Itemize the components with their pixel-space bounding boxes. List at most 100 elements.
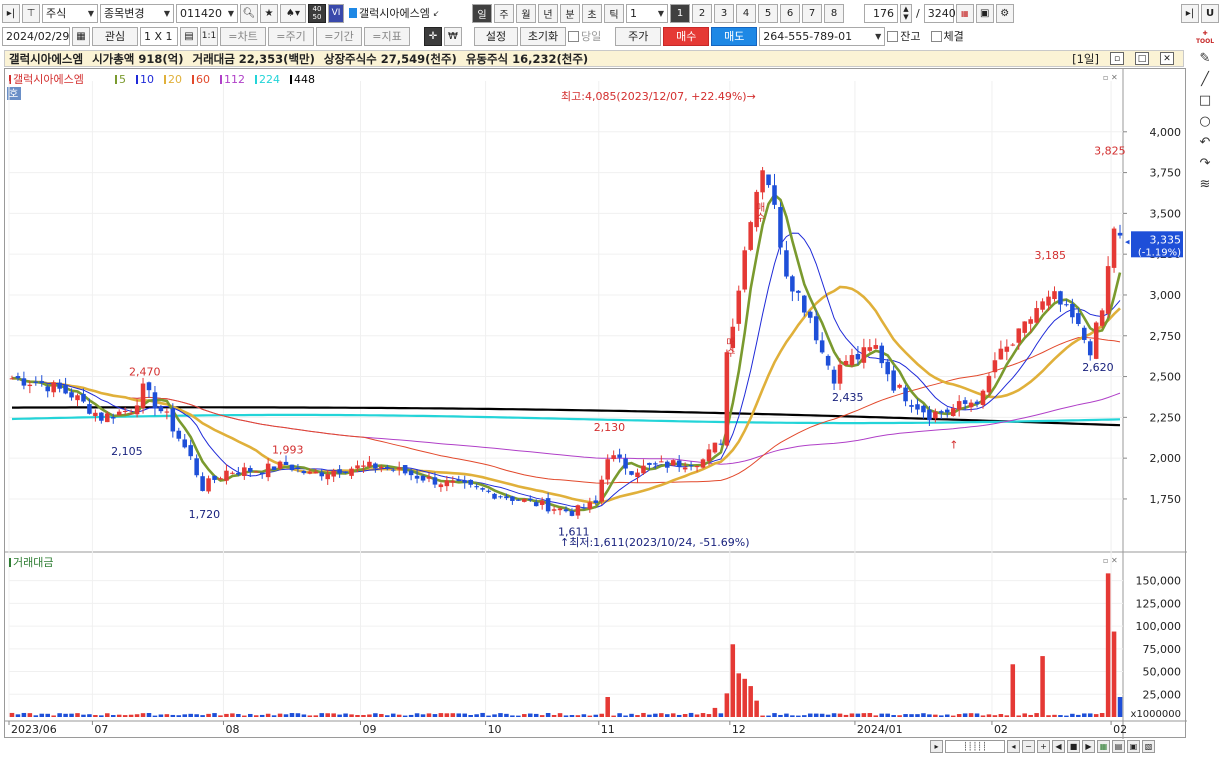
spin-icon[interactable]: ▲ ▼ — [900, 3, 912, 23]
date-input[interactable]: 2024/02/29 — [2, 26, 70, 46]
buy-arrow-icon: ↑ — [949, 438, 958, 451]
legend-ma-swatch — [136, 75, 138, 84]
period-day[interactable]: 일 — [472, 3, 492, 23]
volume-bar — [81, 714, 86, 717]
chart-num-1[interactable]: 1 — [670, 3, 690, 23]
volume-bar — [212, 713, 217, 717]
sell-button[interactable]: 매도 — [711, 26, 758, 46]
candle-body — [813, 316, 819, 341]
scroll-track[interactable]: ┊┊┊┊┊ — [945, 739, 1005, 753]
info-listed-shares: 상장주식수 27,549(천주) — [323, 51, 457, 66]
stock-chart[interactable]: 호 갤럭시아에스엠 5 10 20 60 112 224 448 ▫ ✕ 1,750 2,000 2,2… — [5, 69, 1187, 739]
cycle-tab-button[interactable]: =주기 — [268, 26, 314, 46]
chart-num-8[interactable]: 8 — [824, 3, 844, 23]
period-week[interactable]: 주 — [494, 3, 514, 23]
period-tab-button[interactable]: =기간 — [316, 26, 362, 46]
price-button[interactable]: 주가 — [615, 26, 662, 46]
search-icon[interactable]: 🔍︎ — [240, 3, 258, 23]
buy-button[interactable]: 매수 — [663, 26, 710, 46]
volume-bar — [480, 712, 485, 717]
candle-body — [1004, 346, 1010, 352]
volume-bar — [152, 715, 158, 717]
line-icon[interactable]: ╱ — [1196, 70, 1214, 88]
indicator-tab-button[interactable]: =지표 — [364, 26, 410, 46]
candle-body — [1064, 304, 1069, 306]
maximize-icon[interactable]: □ — [1135, 52, 1149, 65]
gear-icon[interactable]: ⚙ — [995, 3, 1014, 23]
candle-body — [533, 502, 539, 507]
volume-bar — [331, 713, 336, 717]
same-day-checkbox[interactable]: 당일 — [568, 28, 601, 44]
chart-num-5[interactable]: 5 — [758, 3, 778, 23]
stock-code-input[interactable]: 011420 ▼ — [176, 3, 238, 23]
change-item-select[interactable]: 종목변경 ▼ — [100, 3, 174, 23]
print-icon[interactable]: ▤ — [1112, 739, 1125, 753]
undo-icon[interactable]: ↶ — [1196, 133, 1214, 151]
close-icon[interactable]: ✕ — [1160, 52, 1174, 65]
stop-icon[interactable]: ■ — [1067, 739, 1080, 753]
spade-menu-icon[interactable]: ♠▾ — [280, 3, 306, 23]
zoom-out-icon[interactable]: − — [1022, 739, 1035, 753]
chart-frame[interactable]: 호 갤럭시아에스엠 5 10 20 60 112 224 448 ▫ ✕ 1,750 2,000 2,2… — [4, 68, 1187, 739]
user-button[interactable]: U — [1201, 3, 1219, 23]
period-second[interactable]: 초 — [582, 3, 602, 23]
volume-bar — [301, 714, 307, 717]
volume-bar — [9, 712, 15, 717]
account-select[interactable]: 264-555-789-01 ▼ — [759, 26, 886, 46]
play-icon[interactable]: ▶ — [1082, 739, 1095, 753]
fibonacci-icon[interactable]: ≋ — [1196, 175, 1214, 193]
one-one-button[interactable]: 1:1 — [200, 26, 218, 46]
minimize-icon[interactable]: ▫ — [1110, 52, 1124, 65]
chart-num-6[interactable]: 6 — [780, 3, 800, 23]
table-grid-icon[interactable]: ▤ — [180, 26, 198, 46]
redo-icon[interactable]: ↷ — [1196, 154, 1214, 172]
calendar-icon[interactable]: ▦ — [72, 26, 90, 46]
period-tick[interactable]: 틱 — [604, 3, 624, 23]
chart-num-3[interactable]: 3 — [714, 3, 734, 23]
volume-bar — [45, 713, 50, 717]
pencil-icon[interactable]: ✎ — [1196, 49, 1214, 67]
rectangle-icon[interactable]: □ — [1196, 91, 1214, 109]
volume-bar — [980, 715, 986, 717]
image-icon[interactable]: ▧ — [1142, 739, 1155, 753]
circle-icon[interactable]: ○ — [1196, 112, 1214, 130]
scroll-left-icon[interactable]: ◂ — [1007, 739, 1020, 753]
candle-body — [1111, 228, 1117, 268]
period-month[interactable]: 월 — [516, 3, 536, 23]
excel-icon[interactable]: ▦ — [1097, 739, 1110, 753]
crosshair-icon[interactable]: ✛ — [424, 26, 442, 46]
period-minute[interactable]: 분 — [560, 3, 580, 23]
legend-ma-swatch — [192, 75, 194, 84]
volume-bar — [522, 714, 527, 717]
dock-icon[interactable]: ▸| — [2, 3, 20, 23]
prev-icon[interactable]: ◀ — [1052, 739, 1065, 753]
volume-bar — [736, 673, 742, 717]
chart-tab-button[interactable]: =차트 — [220, 26, 266, 46]
reset-button[interactable]: 초기화 — [520, 26, 566, 46]
chart-num-4[interactable]: 4 — [736, 3, 756, 23]
disk-icon[interactable]: ▣ — [1127, 739, 1140, 753]
settings-button[interactable]: 설정 — [474, 26, 518, 46]
volume-bar — [748, 686, 753, 717]
scroll-right-icon[interactable]: ▸ — [930, 739, 943, 753]
pin-icon[interactable]: ⊤ — [22, 3, 40, 23]
period-year[interactable]: 년 — [538, 3, 558, 23]
interest-button[interactable]: 관심 — [92, 26, 138, 46]
balance-checkbox[interactable]: 잔고 — [887, 28, 921, 44]
volume-bar — [581, 714, 587, 717]
market-select[interactable]: 주식 ▼ — [42, 3, 98, 23]
save-icon[interactable]: ▣ — [975, 3, 994, 23]
executed-checkbox[interactable]: 체결 — [930, 28, 964, 44]
zoom-grid-icon[interactable]: ▦ — [955, 3, 974, 23]
chart-num-7[interactable]: 7 — [802, 3, 822, 23]
date-label: 10 — [488, 723, 502, 736]
star-icon[interactable]: ★ — [260, 3, 278, 23]
chart-num-2[interactable]: 2 — [692, 3, 712, 23]
zoom-in-icon[interactable]: + — [1037, 739, 1050, 753]
link-icon[interactable]: ↙ — [433, 9, 440, 18]
collapse-icon[interactable]: ▸| — [1181, 3, 1199, 23]
interval-select[interactable]: 1 ▼ — [626, 3, 668, 23]
quote-40-50-icon[interactable]: 40 50 — [308, 3, 326, 23]
won-button[interactable]: ₩ — [444, 26, 462, 46]
count-input[interactable]: 176 — [864, 3, 898, 23]
